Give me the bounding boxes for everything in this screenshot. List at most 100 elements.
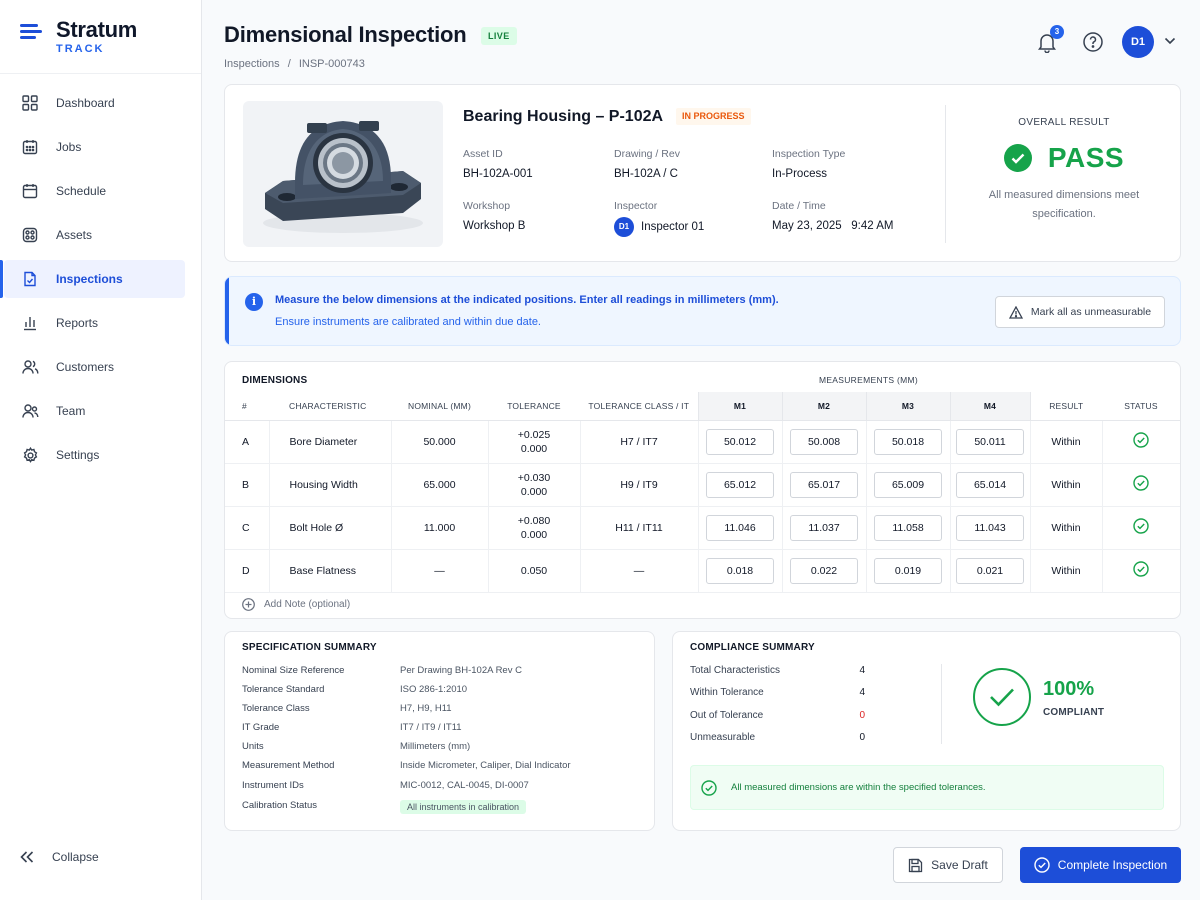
asset-card: Bearing Housing – P-102A IN PROGRESS Ass… [224,84,1181,262]
tolerance-lower: 0.000 [520,442,548,455]
check-circle-icon [701,779,717,796]
overall-note: All measured dimensions meet specificati… [988,189,1140,220]
tolerance-class: — [580,549,699,593]
gear-icon [20,445,40,465]
save-draft-button[interactable]: Save Draft [893,847,1003,883]
measurement-cell: 50.011 [950,420,1031,464]
measurement-input-m3[interactable]: 11.058 [874,514,942,541]
measurement-input-m4[interactable]: 50.011 [956,428,1024,455]
info-accent-bar [225,277,229,345]
compliance-row: Out of Tolerance 0 [690,710,865,721]
nav-label: Reports [56,316,99,330]
check-circle-icon [1034,857,1050,873]
col-header: # [225,392,269,421]
measurement-input-m4[interactable]: 11.043 [956,514,1024,541]
spec-key: Nominal Size Reference [242,665,345,676]
field-value: BH-102A / C [614,168,678,180]
add-note-button[interactable]: Add Note (optional) [242,598,350,611]
nav-label: Team [56,404,86,418]
workshop-field: Workshop Workshop B [463,200,525,232]
nav-item-schedule[interactable]: Schedule [4,172,185,210]
tolerance-upper: 0.050 [520,564,548,577]
nav-item-customers[interactable]: Customers [4,348,185,386]
measurement-input-m4[interactable]: 65.014 [956,471,1024,498]
spec-row: IT Grade IT7 / IT9 / IT11 [242,722,642,733]
spec-key: Measurement Method [242,760,335,771]
measurement-input-m1[interactable]: 65.012 [706,471,774,498]
compliance-key: Unmeasurable [690,732,756,743]
result: Within [1030,506,1103,550]
measurement-cell: 50.018 [866,420,951,464]
nav-item-dashboard[interactable]: Dashboard [4,84,185,122]
nominal: 50.000 [391,420,489,464]
compliance-value: 4 [859,687,865,698]
measurement-input-m1[interactable]: 0.018 [706,557,774,584]
calibration-badge: All instruments in calibration [400,800,527,814]
measurement-cell: 50.008 [782,420,867,464]
row-id: B [225,463,270,507]
check-circle-icon [1133,561,1149,577]
measurement-input-m1[interactable]: 11.046 [706,514,774,541]
spec-key: Units [242,741,264,752]
clipboard-check-icon [20,269,40,289]
inspection-type-field: Inspection Type In-Process [772,148,845,180]
field-value: Workshop B [463,220,526,232]
measurement-cell: 50.012 [698,420,783,464]
mark-unmeasurable-button[interactable]: Mark all as unmeasurable [995,296,1165,328]
spec-key: Calibration Status [242,800,317,811]
tolerance-class: H9 / IT9 [580,463,699,507]
complete-inspection-button[interactable]: Complete Inspection [1020,847,1181,883]
nav-item-inspections[interactable]: Inspections [4,260,185,298]
tolerance-upper: +0.080 [517,514,551,527]
characteristic: Bolt Hole Ø [269,506,392,550]
notifications-button[interactable]: 3 [1036,25,1064,54]
measurement-input-m2[interactable]: 0.022 [790,557,858,584]
info-message: Measure the below dimensions at the indi… [275,294,779,306]
chevron-down-icon[interactable] [1164,36,1178,48]
page-title: Dimensional Inspection [224,22,467,47]
nav-item-team[interactable]: Team [4,392,185,430]
measurement-input-m1[interactable]: 50.012 [706,428,774,455]
asset-title: Bearing Housing – P-102A [463,108,664,125]
measurement-cell: 11.037 [782,506,867,550]
spec-key: Instrument IDs [242,780,304,791]
breadcrumb-link[interactable]: Inspections [224,58,280,70]
breadcrumb: Inspections / INSP-000743 [224,58,370,70]
measurement-input-m2[interactable]: 50.008 [790,428,858,455]
measurement-input-m2[interactable]: 11.037 [790,514,858,541]
row-id: D [225,549,270,593]
nav-item-settings[interactable]: Settings [4,436,185,474]
brand-logo[interactable]: Stratum TRACK [20,18,137,58]
nav-label: Inspections [56,272,123,286]
assets-icon [20,225,40,245]
user-avatar[interactable]: D1 [1122,26,1154,58]
col-header: STATUS [1102,392,1180,421]
spec-row: Calibration Status All instruments in cal… [242,800,642,814]
measurements-header: MEASUREMENTS (MM) [818,375,919,385]
compliance-percent: 100% [1043,678,1095,700]
tolerance: +0.080 0.000 [488,506,581,550]
spec-key: Tolerance Standard [242,684,325,695]
status-badge: IN PROGRESS [676,108,751,125]
nav-item-jobs[interactable]: Jobs [4,128,185,166]
info-submessage: Ensure instruments are calibrated and wi… [275,316,541,328]
drawing-field: Drawing / Rev BH-102A / C [614,148,680,180]
characteristic: Base Flatness [269,549,392,593]
measurement-cell: 65.014 [950,463,1031,507]
measurement-input-m3[interactable]: 65.009 [874,471,942,498]
spec-row: Tolerance Class H7, H9, H11 [242,703,642,714]
measurement-cell: 0.022 [782,549,867,593]
measurement-input-m2[interactable]: 65.017 [790,471,858,498]
measurement-input-m4[interactable]: 0.021 [956,557,1024,584]
sidebar-nav: Dashboard Jobs Schedule Assets Inspectio… [0,84,201,480]
compliance-value: 4 [859,665,865,676]
measurement-cell: 65.012 [698,463,783,507]
info-icon: i [245,293,263,311]
info-banner: i Measure the below dimensions at the in… [224,276,1181,346]
collapse-button[interactable]: Collapse [20,850,99,864]
nav-item-assets[interactable]: Assets [4,216,185,254]
measurement-input-m3[interactable]: 0.019 [874,557,942,584]
nav-item-reports[interactable]: Reports [4,304,185,342]
help-button[interactable] [1082,31,1104,53]
measurement-input-m3[interactable]: 50.018 [874,428,942,455]
